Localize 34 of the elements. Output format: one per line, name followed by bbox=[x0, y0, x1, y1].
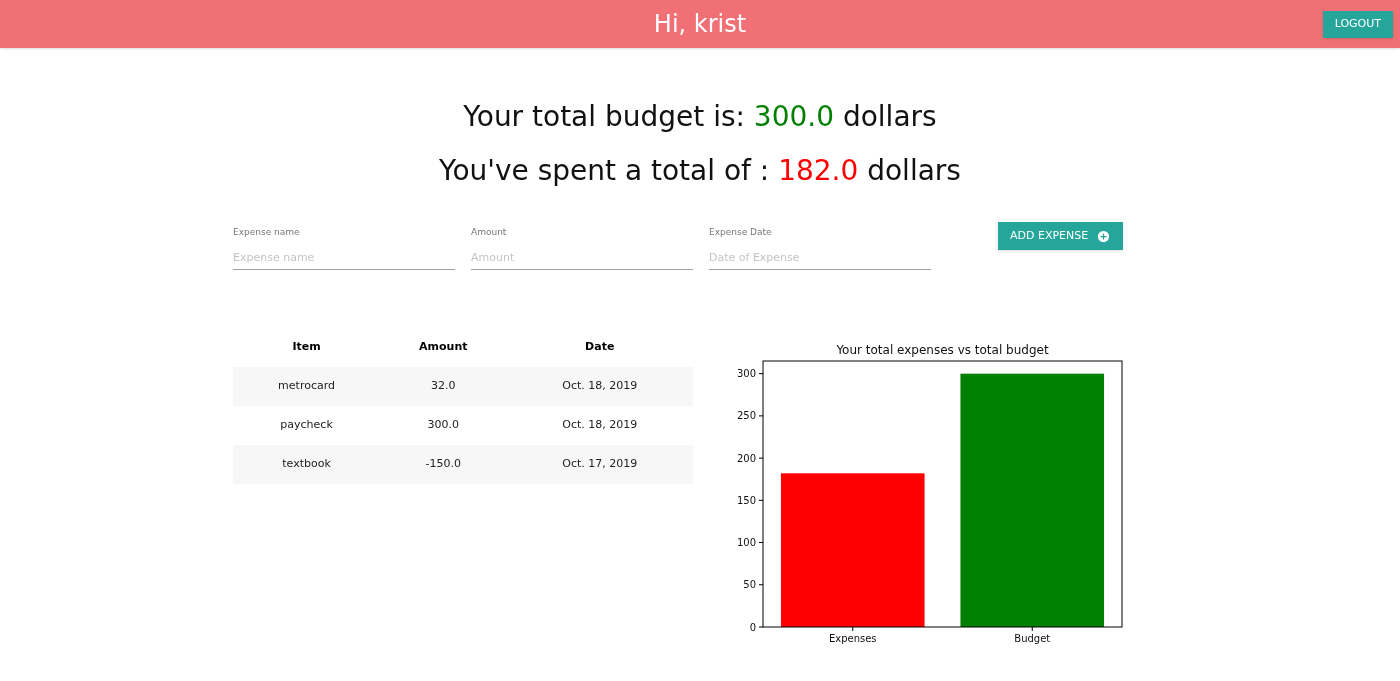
x-tick-label: Expenses bbox=[828, 632, 877, 644]
input-field[interactable]: Amount bbox=[471, 245, 693, 270]
chart-title: Your total expenses vs total budget bbox=[836, 342, 1049, 357]
logout-button[interactable]: LOGOUT bbox=[1322, 11, 1393, 38]
table-cell: textbook bbox=[233, 444, 381, 484]
plus-icon bbox=[1096, 228, 1112, 244]
greeting-title: Hi, krist bbox=[653, 9, 747, 40]
table-cell: Oct. 17, 2019 bbox=[506, 444, 693, 484]
table-cell: metrocard bbox=[233, 366, 381, 406]
column-header: Item bbox=[291, 339, 322, 356]
field-label: Expense Date bbox=[709, 226, 773, 239]
column-header: Amount bbox=[418, 339, 469, 356]
table-cell: Oct. 18, 2019 bbox=[506, 405, 693, 445]
table-cell: Oct. 18, 2019 bbox=[506, 366, 693, 406]
field-label: Expense name bbox=[233, 226, 301, 239]
column-header: Date bbox=[584, 339, 616, 356]
input-field[interactable]: Date of Expense bbox=[709, 245, 931, 270]
table-cell: 300.0 bbox=[380, 405, 507, 445]
table-cell: paycheck bbox=[233, 405, 381, 445]
y-tick-label: 300 bbox=[736, 367, 756, 379]
y-tick-label: 0 bbox=[749, 621, 756, 632]
y-tick-label: 50 bbox=[743, 578, 756, 590]
add-expense-button[interactable]: ADD EXPENSE bbox=[998, 222, 1124, 250]
table-cell: -150.0 bbox=[380, 444, 507, 484]
budget-total-text: Your total budget is: 300.0 dollars bbox=[463, 99, 937, 135]
field-label: Amount bbox=[471, 226, 508, 239]
input-field[interactable]: Expense name bbox=[233, 245, 455, 270]
x-tick-label: Budget bbox=[1014, 632, 1051, 644]
y-tick-label: 150 bbox=[736, 494, 756, 506]
y-tick-label: 100 bbox=[736, 536, 756, 548]
y-tick-label: 200 bbox=[736, 452, 756, 464]
spent-total-text: You've spent a total of : 182.0 dollars bbox=[439, 153, 961, 189]
y-tick-label: 250 bbox=[736, 409, 756, 421]
table-cell: 32.0 bbox=[380, 366, 507, 406]
